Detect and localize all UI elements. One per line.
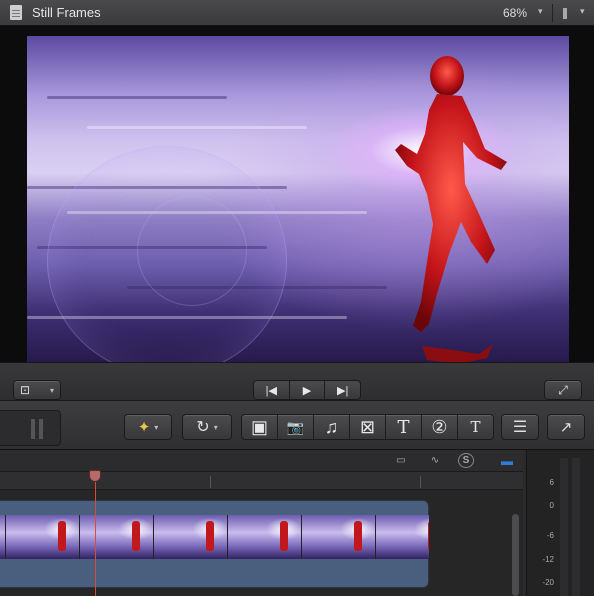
- meter-bar-icon: [39, 419, 43, 439]
- crop-transform-icon: ⊡: [20, 383, 31, 397]
- lens-flare: [137, 196, 247, 306]
- playhead-handle[interactable]: [89, 470, 101, 482]
- previous-frame-button[interactable]: |◀: [254, 381, 290, 399]
- meter-label: -20: [542, 578, 554, 587]
- viewer-canvas: [0, 26, 594, 362]
- meter-label: 6: [549, 478, 554, 487]
- zoom-level-menu[interactable]: 68%: [503, 6, 527, 20]
- view-options-icon[interactable]: [563, 8, 567, 19]
- magic-wand-icon: ✦: [137, 419, 151, 436]
- timeline-scrollbar[interactable]: [512, 514, 519, 596]
- chevron-down-icon: ▾: [154, 422, 159, 432]
- meter-label: 0: [549, 501, 554, 510]
- camera-icon[interactable]: 📷: [278, 415, 314, 439]
- filmstrip-frame: [376, 515, 429, 559]
- meter-label: -12: [542, 555, 554, 564]
- ruler-tick: [210, 476, 211, 488]
- retime-icon: ↻: [196, 419, 210, 436]
- filmstrip-frame: [154, 515, 228, 559]
- music-icon[interactable]: ♫: [314, 415, 350, 439]
- final-cut-window: Still Frames 68% ▾ ▾ ⊡ ▾ |◀ ▶ ▶| ⤢ ✦ ▾ ↻…: [0, 0, 594, 596]
- share-icon: ↗: [559, 419, 573, 436]
- event-browser-icon[interactable]: ▣: [242, 415, 278, 439]
- enhancements-menu-button[interactable]: ✦ ▾: [124, 414, 172, 440]
- video-frame: [27, 36, 569, 362]
- motion-streak: [87, 126, 307, 129]
- viewer-title: Still Frames: [32, 5, 101, 20]
- filmstrip-frame: [228, 515, 302, 559]
- audio-meter-right: [572, 458, 580, 596]
- motion-streak: [47, 96, 227, 99]
- generators-icon[interactable]: ②: [422, 415, 458, 439]
- clip-appearance-icon[interactable]: ▭: [388, 453, 414, 468]
- sliders-icon: ☰: [512, 419, 528, 436]
- retime-menu-button[interactable]: ↻ ▾: [182, 414, 232, 440]
- themes-icon[interactable]: T: [458, 415, 493, 439]
- play-button[interactable]: ▶: [290, 381, 326, 399]
- fullscreen-button[interactable]: ⤢: [544, 380, 582, 400]
- titles-icon[interactable]: T: [386, 415, 422, 439]
- chevron-down-icon[interactable]: ▾: [580, 6, 585, 17]
- transitions-icon[interactable]: ⊠: [350, 415, 386, 439]
- expand-icon: ⤢: [558, 382, 568, 397]
- timeline-ruler[interactable]: [0, 472, 523, 490]
- transport-controls: |◀ ▶ ▶|: [253, 380, 361, 400]
- next-frame-button[interactable]: ▶|: [325, 381, 360, 399]
- filmstrip-frame: [80, 515, 154, 559]
- filmstrip-frame: [302, 515, 376, 559]
- share-button[interactable]: ↗: [547, 414, 585, 440]
- header-divider: [552, 4, 553, 22]
- document-icon: [10, 5, 22, 20]
- meter-label: -6: [546, 531, 554, 540]
- clip-filmstrip[interactable]: [0, 515, 429, 559]
- audio-meters-button[interactable]: [0, 410, 61, 446]
- solo-icon[interactable]: S: [458, 453, 474, 468]
- chevron-down-icon[interactable]: ▾: [538, 6, 543, 17]
- ruler-tick: [420, 476, 421, 488]
- inspector-button[interactable]: ☰: [501, 414, 539, 440]
- audio-meter-left: [560, 458, 568, 596]
- chevron-down-icon: ▾: [213, 422, 218, 432]
- transform-menu-button[interactable]: ⊡ ▾: [13, 380, 61, 400]
- red-runner-figure: [395, 56, 507, 362]
- playhead-line[interactable]: [95, 482, 96, 596]
- meter-bar-icon: [31, 419, 35, 439]
- media-browsers-group: ▣ 📷 ♫ ⊠ T ② T: [241, 414, 494, 440]
- filmstrip-frame: [6, 515, 80, 559]
- audio-waveform-icon[interactable]: ∿: [422, 453, 448, 468]
- chevron-down-icon: ▾: [49, 385, 54, 395]
- snapping-icon[interactable]: ▬: [494, 453, 520, 468]
